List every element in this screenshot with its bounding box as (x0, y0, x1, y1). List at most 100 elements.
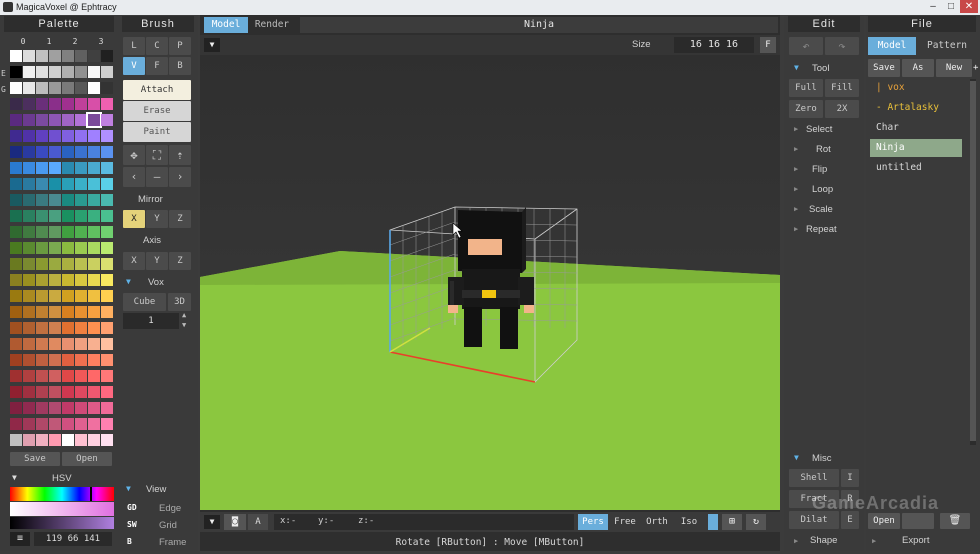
palette-swatch[interactable] (88, 162, 100, 174)
tool-collapse-icon[interactable]: ▼ (794, 63, 799, 72)
palette-swatch[interactable] (10, 114, 22, 126)
palette-swatch[interactable] (101, 258, 113, 270)
palette-swatch[interactable] (75, 226, 87, 238)
palette-swatch[interactable] (62, 402, 74, 414)
palette-swatch[interactable] (10, 146, 22, 158)
palette-swatch[interactable] (36, 130, 48, 142)
palette-swatch[interactable] (10, 354, 22, 366)
palette-swatch[interactable] (10, 242, 22, 254)
file-blank-button[interactable] (902, 513, 934, 529)
shell-button[interactable]: Shell (789, 469, 839, 487)
mirror-z-button[interactable]: Z (169, 210, 191, 228)
palette-swatch[interactable] (75, 50, 87, 62)
palette-swatch[interactable] (49, 386, 61, 398)
zero-button[interactable]: Zero (789, 100, 823, 118)
close-button[interactable]: ✕ (960, 0, 978, 13)
palette-swatch[interactable] (49, 194, 61, 206)
palette-swatch[interactable] (62, 258, 74, 270)
rot-action[interactable]: Rot (816, 144, 831, 155)
palette-swatch[interactable] (101, 434, 113, 446)
palette-swatch[interactable] (62, 290, 74, 302)
palette-swatch[interactable] (101, 146, 113, 158)
stepper-down-icon[interactable]: ▼ (182, 321, 186, 329)
palette-swatch[interactable] (62, 322, 74, 334)
palette-swatch[interactable] (62, 242, 74, 254)
palette-swatch[interactable] (75, 82, 87, 94)
palette-swatch[interactable] (10, 194, 22, 206)
palette-swatch[interactable] (101, 306, 113, 318)
palette-swatch[interactable] (101, 274, 113, 286)
stepper-up-icon[interactable]: ▲ (182, 311, 186, 319)
repeat-action[interactable]: Repeat (806, 224, 837, 235)
palette-swatch[interactable] (88, 210, 100, 222)
palette-swatch[interactable] (23, 418, 35, 430)
vox-collapse-icon[interactable]: ▼ (126, 277, 131, 286)
fill-button[interactable]: Fill (825, 79, 859, 97)
palette-swatch[interactable] (36, 194, 48, 206)
file-scrollbar[interactable] (970, 79, 976, 445)
palette-swatch[interactable] (88, 434, 100, 446)
palette-swatch[interactable] (49, 434, 61, 446)
palette-swatch[interactable] (36, 210, 48, 222)
palette-swatch[interactable] (88, 322, 100, 334)
brush-pattern-button[interactable]: P (169, 37, 191, 55)
menu-icon[interactable]: ≡ (10, 532, 30, 546)
loop-action[interactable]: Loop (812, 184, 833, 195)
palette-swatch[interactable] (49, 322, 61, 334)
view-frame-key[interactable]: B (127, 537, 132, 546)
axis-y-button[interactable]: Y (146, 252, 168, 270)
palette-swatch[interactable] (88, 178, 100, 190)
palette-swatch[interactable] (75, 258, 87, 270)
camera-icon[interactable]: ◙ (224, 514, 246, 530)
palette-swatch[interactable] (36, 354, 48, 366)
palette-swatch[interactable] (88, 226, 100, 238)
viewport-menu-icon[interactable]: ▼ (204, 38, 220, 52)
palette-swatch[interactable] (23, 370, 35, 382)
view-grid-label[interactable]: Grid (159, 520, 177, 531)
vox-value-field[interactable]: 1 (123, 313, 179, 329)
palette-swatch[interactable] (101, 370, 113, 382)
palette-swatch[interactable] (23, 82, 35, 94)
tab-model[interactable]: Model (204, 17, 248, 33)
palette-swatch[interactable] (49, 418, 61, 430)
palette-swatch[interactable] (101, 322, 113, 334)
palette-swatch[interactable] (10, 98, 22, 110)
palette-swatch[interactable] (62, 130, 74, 142)
move-icon[interactable]: ✥ (123, 145, 145, 165)
palette-swatch[interactable] (36, 98, 48, 110)
palette-swatch[interactable] (75, 338, 87, 350)
palette-swatch[interactable] (36, 402, 48, 414)
palette-swatch[interactable] (101, 98, 113, 110)
palette-swatch[interactable] (75, 354, 87, 366)
palette-swatch[interactable] (10, 178, 22, 190)
palette-swatch[interactable] (10, 50, 22, 62)
palette-swatch[interactable] (10, 370, 22, 382)
palette-save-button[interactable]: Save (10, 452, 60, 466)
palette-swatch[interactable] (88, 66, 100, 78)
palette-swatch[interactable] (75, 418, 87, 430)
palette-swatch[interactable] (23, 226, 35, 238)
palette-swatch[interactable] (23, 146, 35, 158)
palette-swatch[interactable] (10, 306, 22, 318)
palette-swatch[interactable] (36, 226, 48, 238)
reset-view-icon[interactable]: ↻ (746, 514, 766, 530)
palette-grid[interactable] (10, 50, 114, 450)
file-tab-model[interactable]: Model (868, 37, 916, 55)
palette-swatch[interactable] (36, 386, 48, 398)
palette-swatch[interactable] (101, 82, 113, 94)
brush-face-button[interactable]: F (146, 57, 168, 75)
palette-swatch[interactable] (49, 338, 61, 350)
tab-render[interactable]: Render (250, 17, 294, 33)
file-tab-pattern[interactable]: Pattern (918, 37, 976, 55)
palette-swatch[interactable] (75, 130, 87, 142)
hue-slider-handle[interactable] (90, 487, 92, 501)
palette-swatch[interactable] (10, 290, 22, 302)
palette-swatch[interactable] (49, 162, 61, 174)
file-item[interactable]: - Artalasky (870, 99, 962, 117)
palette-swatch[interactable] (62, 226, 74, 238)
palette-swatch[interactable] (23, 194, 35, 206)
palette-swatch[interactable] (36, 418, 48, 430)
palette-swatch[interactable] (101, 354, 113, 366)
palette-swatch[interactable] (36, 274, 48, 286)
palette-swatch[interactable] (23, 66, 35, 78)
